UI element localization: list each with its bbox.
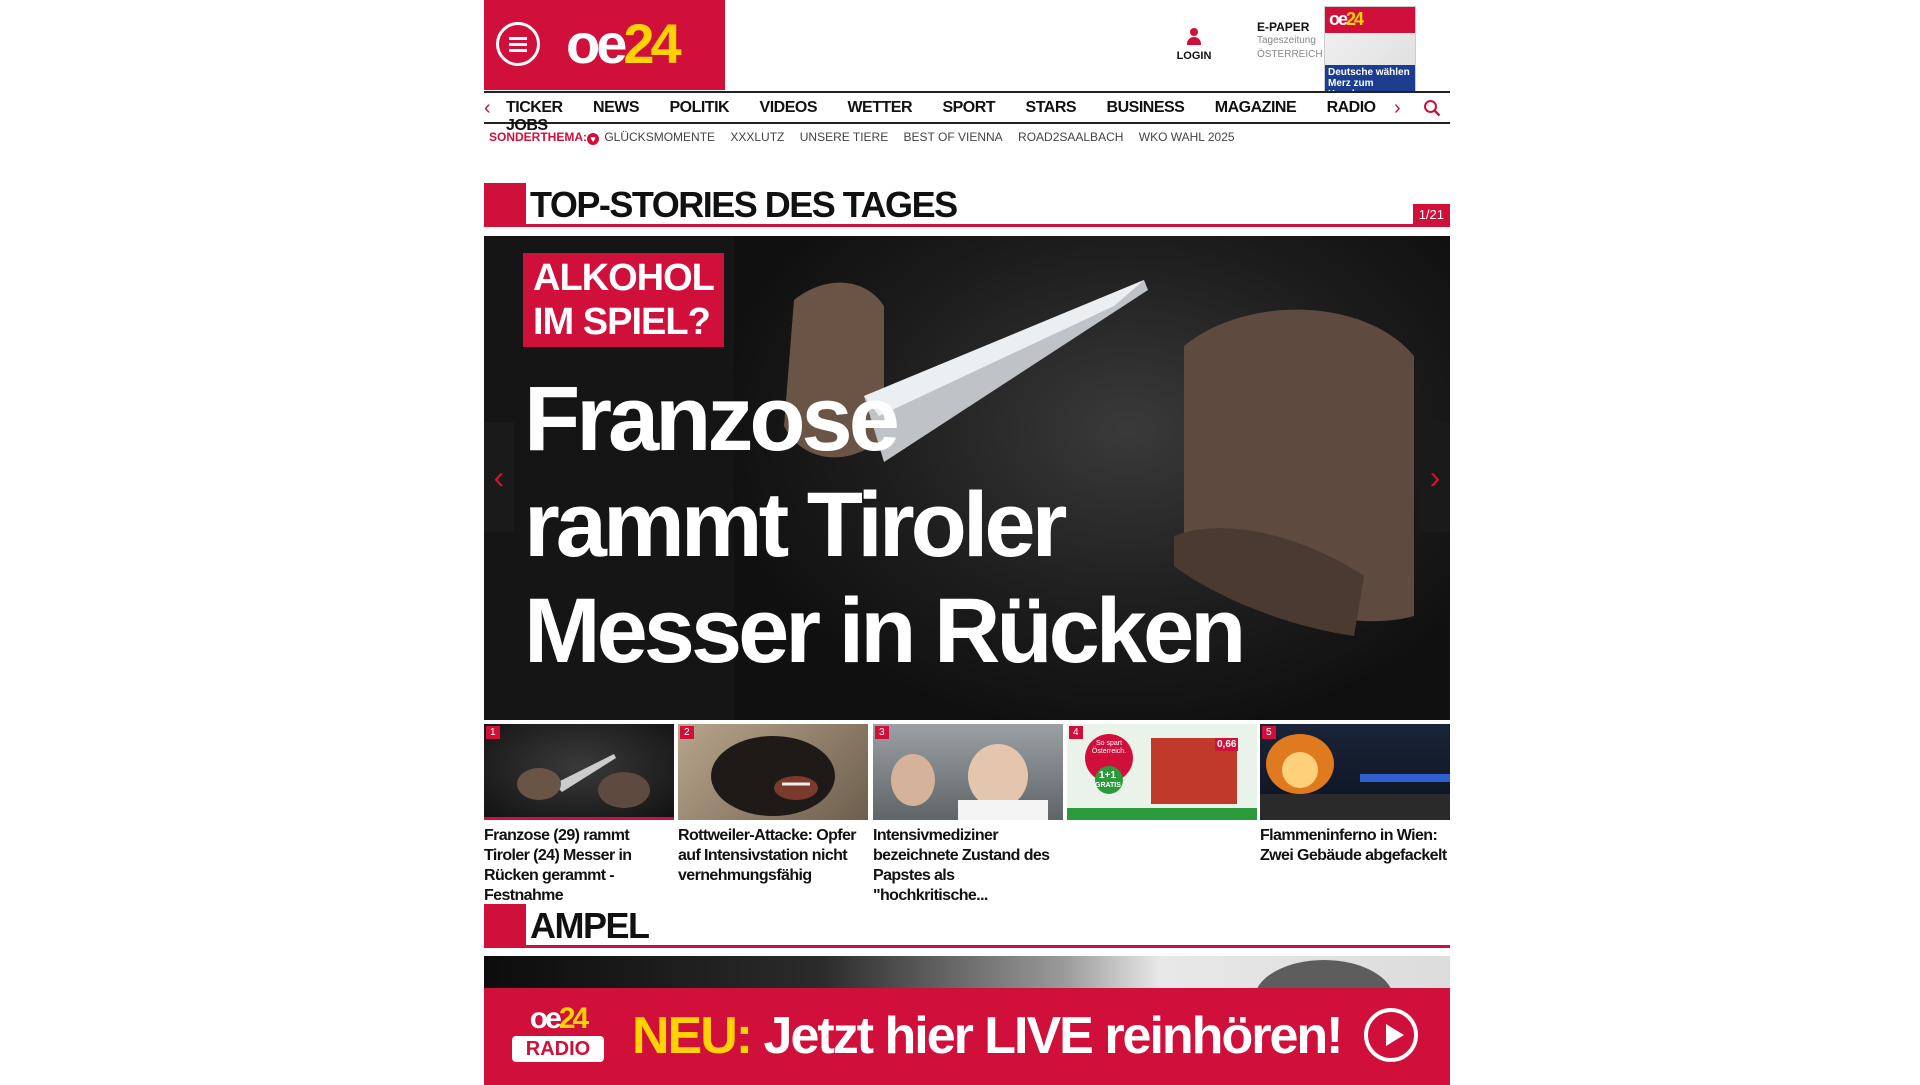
nav-item-politik[interactable]: POLITIK — [669, 99, 729, 117]
epaper-cover-image[interactable]: oe24 Deutsche wählen Merz zum Kanzler — [1324, 6, 1416, 92]
ad-slogan: So spart Österreich. — [1091, 740, 1127, 755]
site-logo[interactable]: oe24 — [566, 14, 682, 74]
story-number: 4 — [1069, 726, 1083, 739]
epaper-sub2: ÖSTERREICH — [1257, 49, 1323, 60]
subnav-item[interactable]: BEST OF VIENNA — [904, 130, 1003, 144]
story-thumbnail[interactable]: 5 — [1260, 724, 1450, 820]
subnav-item[interactable]: WKO WAHL 2025 — [1139, 130, 1235, 144]
subnav-item[interactable]: XXXLUTZ — [730, 130, 784, 144]
ad-price: 0,66 — [1215, 738, 1239, 751]
play-icon[interactable] — [1364, 1008, 1418, 1062]
radio-logo: oe24 RADIO — [512, 1004, 604, 1062]
nav-item-news[interactable]: NEWS — [593, 99, 640, 117]
story-number: 2 — [680, 726, 694, 739]
page-wrapper: oe24 LOGIN E-PAPER Tageszeitung ÖSTERREI… — [484, 0, 1450, 1085]
story-thumbnails: 1 Franzose (29) rammt Tiroler (24) Messe… — [484, 724, 1450, 904]
login-label: LOGIN — [1176, 50, 1212, 62]
hero-headline[interactable]: Franzose rammt Tiroler Messer in Rücken — [524, 366, 1246, 684]
hero-kicker: ALKOHOL IM SPIEL? — [523, 253, 724, 347]
nav-item-radio[interactable]: RADIO — [1327, 99, 1377, 117]
heart-icon: ♥ — [587, 133, 599, 145]
ad-promo-badge: 1+1 — [1099, 770, 1116, 781]
slider-prev-icon[interactable]: ‹ — [484, 422, 514, 532]
radio-banner-text: NEU: Jetzt hier LIVE reinhören! — [632, 1007, 1343, 1065]
story-item[interactable]: 5 Flammeninferno in Wien: Zwei Gebäude a… — [1260, 724, 1450, 866]
story-caption[interactable]: Rottweiler-Attacke: Opfer auf Intensivst… — [678, 826, 868, 886]
main-nav: ‹ TICKER NEWS POLITIK VIDEOS WETTER SPOR… — [484, 91, 1450, 134]
top-stories-header: TOP-STORIES DES TAGES 1/21 — [484, 183, 1450, 227]
story-thumbnail[interactable]: 3 — [873, 724, 1063, 820]
story-thumbnail[interactable]: 4 So spart Österreich. 1+1 GRATIS 0,66 — [1067, 724, 1257, 820]
section-title: AMPEL — [530, 905, 650, 946]
story-item-ad[interactable]: 4 So spart Österreich. 1+1 GRATIS 0,66 — [1067, 724, 1257, 826]
story-caption[interactable]: Intensivmediziner bezeichnete Zustand de… — [873, 826, 1063, 906]
section-title: TOP-STORIES DES TAGES — [530, 184, 958, 225]
user-icon — [1187, 28, 1201, 46]
nav-item-stars[interactable]: STARS — [1026, 99, 1077, 117]
hamburger-icon — [509, 37, 527, 40]
subnav-label: SONDERTHEMA: — [489, 130, 587, 144]
site-logo-block[interactable]: oe24 — [484, 0, 725, 90]
subnav-item[interactable]: GLÜCKSMOMENTE — [604, 130, 715, 144]
story-number: 3 — [875, 726, 889, 739]
slide-counter: 1/21 — [1412, 204, 1450, 225]
epaper-sub1: Tageszeitung — [1257, 35, 1316, 46]
ampel-header: AMPEL — [484, 904, 1450, 948]
story-thumbnail[interactable]: 2 — [678, 724, 868, 820]
story-item[interactable]: 2 Rottweiler-Attacke: Opfer auf Intensiv… — [678, 724, 868, 886]
nav-item-magazine[interactable]: MAGAZINE — [1215, 99, 1297, 117]
epaper-cover-logo: oe24 — [1329, 9, 1364, 29]
login-button[interactable]: LOGIN — [1169, 28, 1219, 62]
nav-item-business[interactable]: BUSINESS — [1107, 99, 1185, 117]
nav-right-arrow-icon[interactable]: › — [1394, 97, 1401, 120]
nav-item-wetter[interactable]: WETTER — [847, 99, 912, 117]
search-icon[interactable] — [1423, 99, 1441, 117]
subnav: SONDERTHEMA: ♥ GLÜCKSMOMENTE XXXLUTZ UNSE… — [489, 130, 1247, 145]
story-number: 1 — [486, 726, 500, 739]
menu-button[interactable] — [496, 22, 540, 66]
slider-next-icon[interactable]: › — [1420, 422, 1450, 532]
story-caption[interactable]: Franzose (29) rammt Tiroler (24) Messer … — [484, 826, 674, 906]
story-number: 5 — [1262, 726, 1276, 739]
subnav-item[interactable]: ROAD2SAALBACH — [1018, 130, 1123, 144]
nav-item-ticker[interactable]: TICKER — [506, 99, 563, 117]
epaper-cover-headline: Deutsche wählen Merz zum Kanzler — [1325, 65, 1415, 91]
story-thumbnail[interactable]: 1 — [484, 724, 674, 820]
nav-item-sport[interactable]: SPORT — [942, 99, 995, 117]
nav-item-videos[interactable]: VIDEOS — [760, 99, 818, 117]
epaper-link[interactable]: E-PAPER Tageszeitung ÖSTERREICH — [1257, 20, 1323, 62]
story-item[interactable]: 1 Franzose (29) rammt Tiroler (24) Messe… — [484, 724, 674, 906]
hero-slide[interactable]: ALKOHOL IM SPIEL? Franzose rammt Tiroler… — [484, 236, 1450, 720]
story-item[interactable]: 3 Intensivmediziner bezeichnete Zustand … — [873, 724, 1063, 906]
story-caption[interactable]: Flammeninferno in Wien: Zwei Gebäude abg… — [1260, 826, 1450, 866]
epaper-title: E-PAPER — [1257, 20, 1310, 34]
ad-promo-sub: GRATIS — [1095, 782, 1121, 789]
subnav-item[interactable]: UNSERE TIERE — [800, 130, 888, 144]
radio-banner[interactable]: oe24 RADIO NEU: Jetzt hier LIVE reinhöre… — [484, 988, 1450, 1085]
nav-left-arrow-icon[interactable]: ‹ — [484, 97, 491, 120]
